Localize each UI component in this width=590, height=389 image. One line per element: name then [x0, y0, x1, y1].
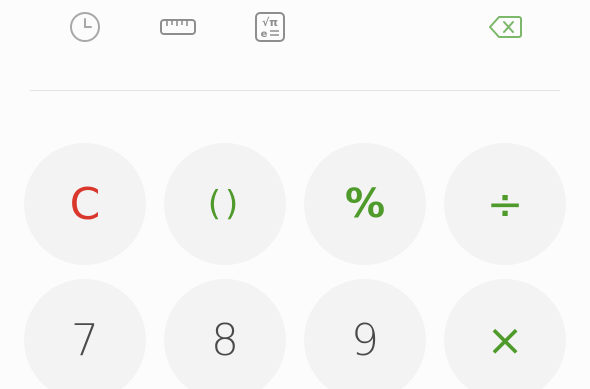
digit-7-button[interactable]: 7 — [24, 279, 146, 389]
parentheses-label: () — [207, 184, 243, 224]
backspace-icon — [489, 16, 522, 38]
digit-8-button[interactable]: 8 — [164, 279, 286, 389]
multiply-label: × — [486, 314, 524, 366]
scientific-mode-icon: √π e — [255, 12, 285, 42]
clock-icon — [70, 12, 100, 42]
parentheses-button[interactable]: () — [164, 143, 286, 265]
backspace-button[interactable] — [487, 11, 523, 43]
scientific-mode-button[interactable]: √π e — [254, 11, 286, 43]
digit-8-label: 8 — [211, 314, 239, 366]
display-divider — [30, 90, 560, 91]
digit-9-label: 9 — [351, 314, 379, 366]
sqrt-pi-glyph: √π — [262, 16, 278, 29]
clear-button[interactable]: C — [24, 143, 146, 265]
multiply-button[interactable]: × — [444, 279, 566, 389]
toolbar: √π e — [0, 0, 590, 56]
ruler-icon — [160, 19, 196, 35]
divide-button[interactable]: ÷ — [444, 143, 566, 265]
unit-converter-button[interactable] — [160, 11, 196, 43]
clear-label: C — [69, 178, 101, 230]
calculator-screen: √π e C () % ÷ 7 8 9 × — [0, 0, 590, 389]
percent-label: % — [344, 181, 386, 227]
percent-button[interactable]: % — [304, 143, 426, 265]
history-button[interactable] — [69, 11, 101, 43]
digit-9-button[interactable]: 9 — [304, 279, 426, 389]
divide-label: ÷ — [486, 178, 524, 230]
digit-7-label: 7 — [71, 314, 99, 366]
e-glyph: e — [261, 29, 268, 40]
